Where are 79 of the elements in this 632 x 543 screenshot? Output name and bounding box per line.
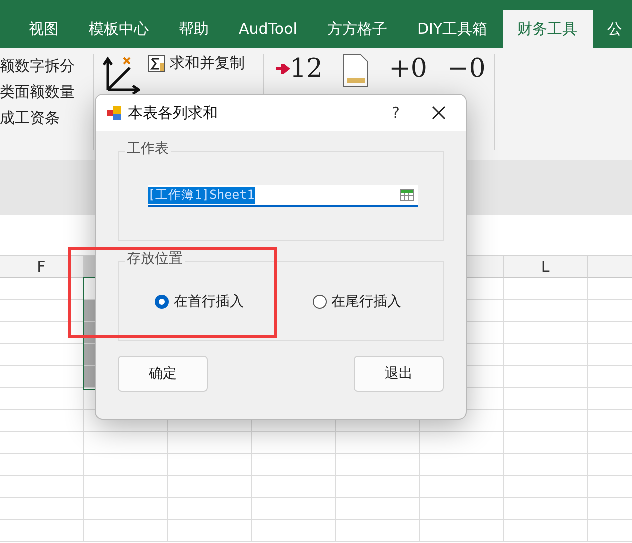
ribbon-tab[interactable]: DIY工具箱 xyxy=(402,10,503,48)
grid-cell[interactable] xyxy=(0,520,84,542)
grid-cell[interactable] xyxy=(336,520,420,542)
grid-cell[interactable] xyxy=(0,410,84,432)
grid-cell[interactable] xyxy=(420,498,504,520)
grid-cell[interactable] xyxy=(336,432,420,454)
grid-cell[interactable] xyxy=(0,476,84,498)
grid-cell[interactable] xyxy=(84,476,168,498)
grid-cell[interactable] xyxy=(504,388,588,410)
ribbon-tab[interactable]: 方方格子 xyxy=(312,10,402,48)
grid-cell[interactable] xyxy=(504,498,588,520)
ribbon-tab[interactable]: 财务工具 xyxy=(502,10,593,48)
grid-cell[interactable] xyxy=(168,498,252,520)
grid-cell[interactable] xyxy=(252,520,336,542)
help-button[interactable]: ? xyxy=(376,104,416,122)
grid-cell[interactable] xyxy=(504,520,588,542)
grid-cell[interactable] xyxy=(504,476,588,498)
sum-table-icon xyxy=(148,54,166,72)
grid-cell[interactable] xyxy=(504,300,588,322)
app-icon xyxy=(106,105,122,121)
field-value: [工作簿1]Sheet1 xyxy=(148,186,255,204)
radio-icon[interactable] xyxy=(312,295,326,309)
grid-cell[interactable] xyxy=(504,410,588,432)
grid-cell[interactable] xyxy=(504,344,588,366)
ribbon-tab[interactable]: AudTool xyxy=(224,10,312,48)
ribbon-tab[interactable]: 帮助 xyxy=(164,10,224,48)
close-icon[interactable] xyxy=(432,106,446,120)
ribbon-command[interactable]: 额数字拆分 xyxy=(0,57,75,76)
grid-cell[interactable] xyxy=(420,454,504,476)
radio-option[interactable]: 在尾行插入 xyxy=(312,293,402,311)
dialog-title: 本表各列求和 xyxy=(128,104,219,122)
grid-cell[interactable] xyxy=(0,498,84,520)
ribbon-command[interactable]: 类面额数量 xyxy=(0,83,75,102)
grid-cell[interactable] xyxy=(168,520,252,542)
grid-cell[interactable] xyxy=(504,366,588,388)
grid-cell[interactable] xyxy=(84,432,168,454)
document-icon[interactable] xyxy=(343,54,370,88)
grid-cell[interactable] xyxy=(168,454,252,476)
dialog-button[interactable]: 退出 xyxy=(354,356,444,392)
column-header[interactable]: F xyxy=(0,256,84,278)
grid-cell[interactable] xyxy=(504,454,588,476)
grid-cell[interactable] xyxy=(336,498,420,520)
add-zero-button[interactable]: +0 xyxy=(389,54,428,84)
grid-cell[interactable] xyxy=(0,454,84,476)
radio-icon[interactable] xyxy=(155,295,169,309)
ribbon-tab[interactable]: 公 xyxy=(592,10,632,48)
grid-cell[interactable] xyxy=(84,520,168,542)
grid-cell[interactable] xyxy=(504,278,588,300)
dialog-button[interactable]: 确定 xyxy=(118,356,208,392)
remove-zero-button[interactable]: −0 xyxy=(447,54,486,84)
ribbon-command[interactable]: 求和并复制 xyxy=(170,54,245,73)
axes-icon[interactable] xyxy=(102,56,140,94)
grid-cell[interactable] xyxy=(84,498,168,520)
grid-cell[interactable] xyxy=(84,454,168,476)
grid-cell[interactable] xyxy=(504,432,588,454)
arrow-icon xyxy=(276,64,290,74)
grid-cell[interactable] xyxy=(336,454,420,476)
group-title: 存放位置 xyxy=(125,250,185,268)
grid-cell[interactable] xyxy=(168,476,252,498)
grid-cell[interactable] xyxy=(504,322,588,344)
ribbon-tab[interactable]: 视图 xyxy=(14,10,74,48)
grid-cell[interactable] xyxy=(420,520,504,542)
grid-cell[interactable] xyxy=(168,432,252,454)
grid-cell[interactable] xyxy=(0,388,84,410)
grid-cell[interactable] xyxy=(420,476,504,498)
ribbon-tab[interactable]: 模板中心 xyxy=(74,10,164,48)
grid-cell[interactable] xyxy=(252,454,336,476)
table-icon[interactable] xyxy=(400,189,414,201)
number-format-button[interactable]: 12 xyxy=(290,54,324,84)
grid-cell[interactable] xyxy=(336,476,420,498)
grid-cell[interactable] xyxy=(252,498,336,520)
radio-option[interactable]: 在首行插入 xyxy=(155,293,244,311)
group-title: 工作表 xyxy=(125,140,171,158)
ribbon-command[interactable]: 成工资条 xyxy=(0,109,75,128)
column-header[interactable]: L xyxy=(504,256,588,278)
grid-cell[interactable] xyxy=(252,476,336,498)
grid-cell[interactable] xyxy=(420,432,504,454)
grid-cell[interactable] xyxy=(252,432,336,454)
grid-cell[interactable] xyxy=(0,432,84,454)
